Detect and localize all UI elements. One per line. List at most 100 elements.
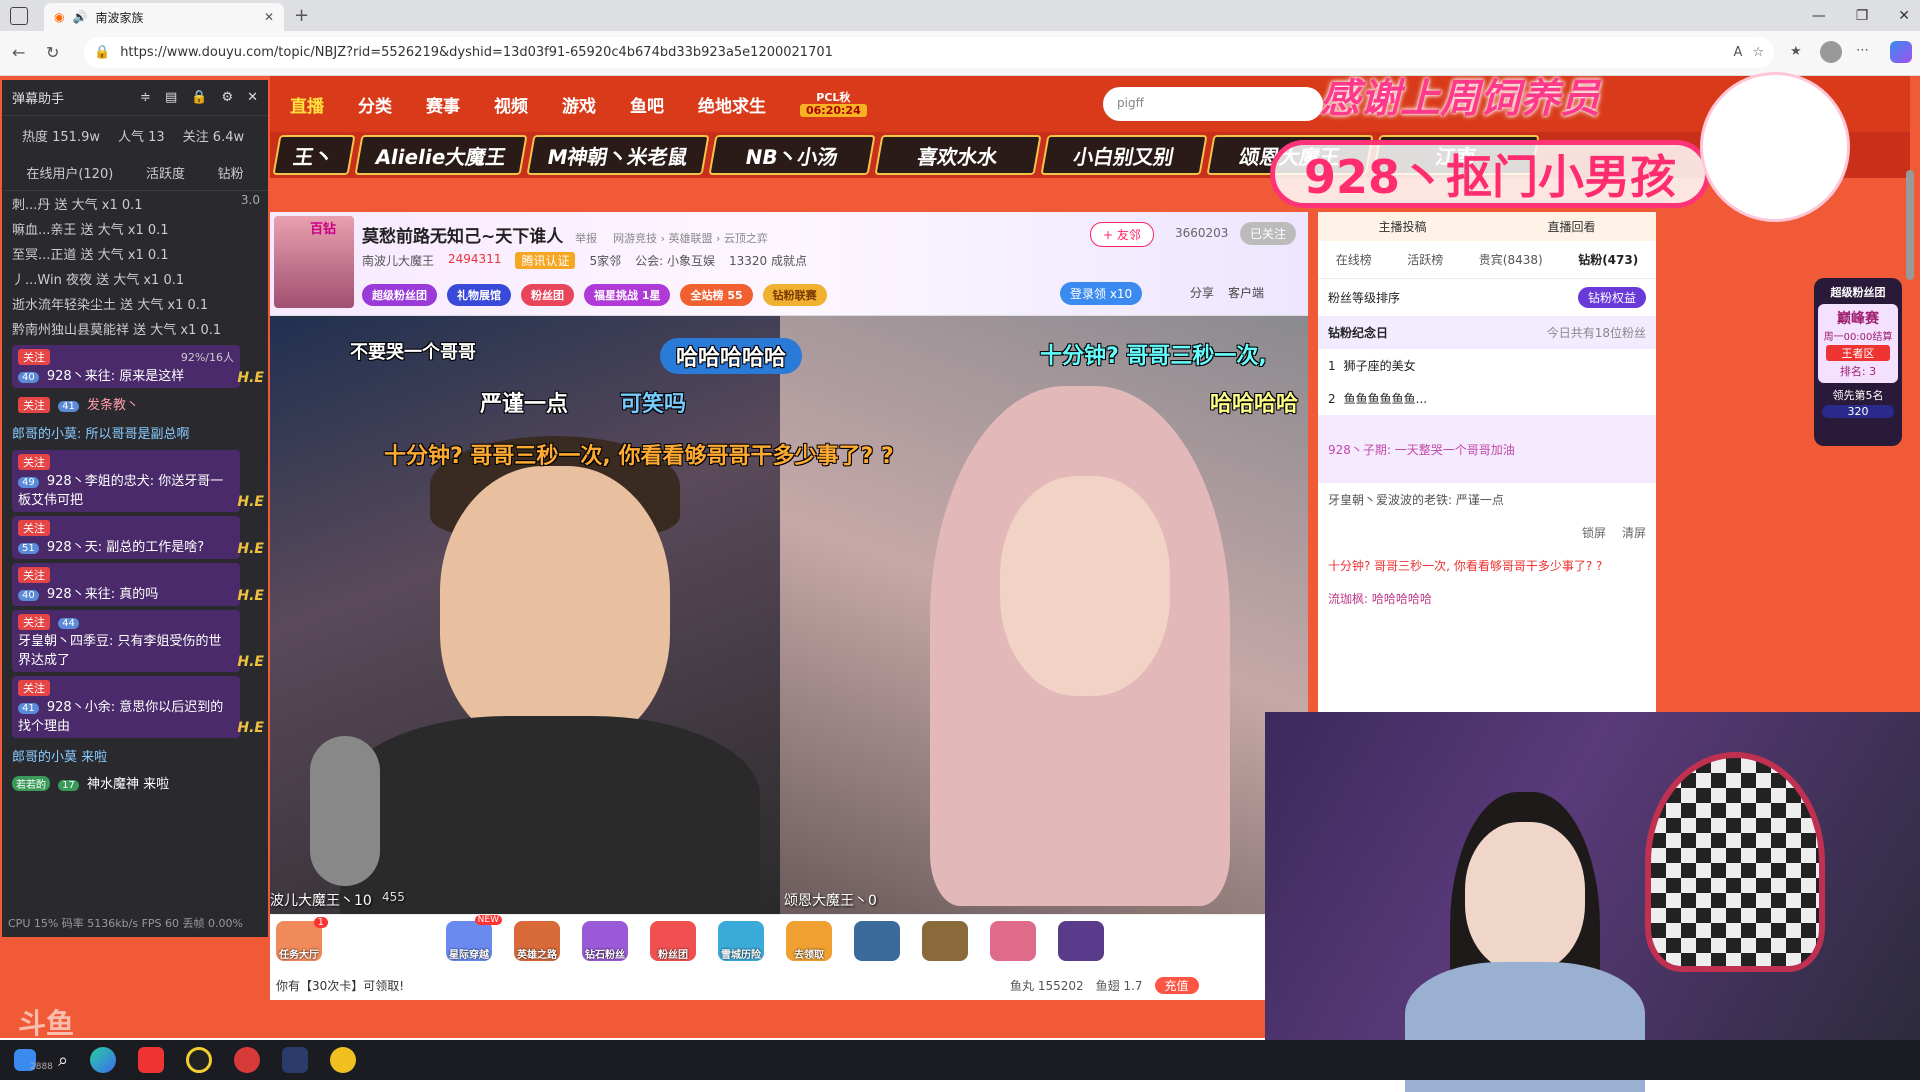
follow-tag[interactable]: 关注 [18, 567, 50, 583]
restore-icon[interactable]: ❐ [1856, 8, 1869, 24]
tab-vip[interactable]: 贵宾(8438) [1479, 251, 1543, 268]
fan-club-icon[interactable]: 粉丝团 [650, 921, 696, 961]
nav-games[interactable]: 游戏 [562, 92, 596, 117]
gift-thumbnail[interactable] [854, 921, 900, 961]
rank-row[interactable]: 2 鱼鱼鱼鱼鱼鱼... [1318, 382, 1656, 415]
guild[interactable]: 公会: 小象互娱 [635, 252, 715, 269]
gift-thumbnail[interactable] [1058, 921, 1104, 961]
tab-online-rank[interactable]: 在线榜 [1336, 251, 1372, 268]
follow-tag[interactable]: 关注 [18, 614, 50, 630]
card-notice[interactable]: 你有【30次卡】可领取! [276, 977, 404, 994]
tab-close-icon[interactable]: ✕ [264, 10, 274, 24]
close-window-icon[interactable]: ✕ [1898, 8, 1910, 24]
terminal-icon[interactable] [282, 1047, 309, 1073]
families[interactable]: 5家邻 [589, 252, 621, 269]
gift-item[interactable]: 星际穿越 NEW [446, 915, 502, 961]
nav-pubg[interactable]: 绝地求生 [698, 92, 766, 117]
tab-diamond-fans[interactable]: 钻粉 [218, 163, 244, 182]
followed-button[interactable]: 已关注 [1240, 222, 1297, 245]
streamer-post-link[interactable]: 主播投稿 [1378, 218, 1426, 235]
host-card[interactable]: 小白别又别 [1040, 135, 1208, 175]
collections-icon[interactable]: ★ [1790, 44, 1802, 59]
diamond-fan-icon[interactable]: 钻石粉丝 [582, 921, 628, 961]
pcl-badge[interactable]: PCL秋 06:20:24 [800, 91, 867, 117]
page-scrollbar[interactable] [1906, 170, 1914, 280]
nav-events[interactable]: 赛事 [426, 92, 460, 117]
collapse-icon[interactable]: ≑ [140, 90, 151, 105]
follow-tag[interactable]: 关注 [18, 397, 50, 413]
refresh-icon[interactable]: ↻ [46, 43, 59, 62]
room-category[interactable]: 网游竞技 › 英雄联盟 › 云顶之弈 [613, 232, 768, 245]
read-aloud-icon[interactable]: A [1733, 45, 1742, 60]
memorial-today[interactable]: 今日共有18位粉丝 [1547, 324, 1646, 341]
minimize-icon[interactable]: — [1812, 8, 1826, 24]
window-icon[interactable]: ▤ [165, 90, 177, 105]
speaker-icon[interactable]: 🔊 [72, 10, 87, 24]
follow-tag[interactable]: 关注 [18, 680, 50, 696]
edge-icon[interactable] [90, 1047, 117, 1073]
follow-tag[interactable]: 关注 [18, 520, 50, 536]
app-icon[interactable] [330, 1047, 357, 1073]
rank-row[interactable]: 1 狮子座的美女 [1318, 349, 1656, 382]
super-fan-widget[interactable]: 超级粉丝团 巅峰赛 周一00:00结算 王者区 排名: 3 领先第5名 320 [1814, 278, 1902, 446]
owner-name[interactable]: 南波儿大魔王 [362, 252, 434, 269]
tab-actions-icon[interactable] [10, 7, 28, 25]
tab-activity[interactable]: 活跃度 [146, 163, 185, 182]
host-card[interactable]: 喜欢水水 [874, 135, 1042, 175]
video-player[interactable]: 哈哈哈哈哈 十分钟? 哥哥三秒一次, 严谨一点 可笑吗 哈哈哈哈 十分钟? 哥哥… [270, 316, 1308, 914]
task-hall[interactable]: 任务大厅 1 [276, 917, 328, 961]
claim-icon[interactable]: 去领取 [786, 921, 832, 961]
nav-category[interactable]: 分类 [358, 92, 392, 117]
tab-diamond[interactable]: 钻粉(473) [1578, 251, 1638, 268]
douyu-app-icon[interactable] [138, 1047, 165, 1073]
follow-tag[interactable]: 关注 [18, 349, 50, 365]
new-tab-button[interactable]: + [294, 5, 309, 26]
more-menu-icon[interactable]: ⋯ [1856, 43, 1869, 58]
clear-screen-button[interactable]: 清屏 [1622, 524, 1646, 541]
replay-link[interactable]: 直播回看 [1547, 218, 1595, 235]
super-fan-badge[interactable]: 超级粉丝团 [362, 284, 437, 306]
pip-video[interactable] [1265, 712, 1920, 1092]
nav-yuba[interactable]: 鱼吧 [630, 92, 664, 117]
rights-button[interactable]: 钻粉权益 [1577, 287, 1646, 308]
app-icon[interactable] [186, 1047, 213, 1073]
fan-club-badge[interactable]: 粉丝团 [521, 284, 574, 306]
host-card[interactable]: M神朝丶米老鼠 [526, 135, 710, 175]
tab-online-users[interactable]: 在线用户(120) [26, 163, 113, 182]
browser-tab[interactable]: ◉ 🔊 南波家族 ✕ [44, 3, 284, 31]
host-card[interactable]: 王丶 [272, 135, 356, 175]
diamond-league-badge[interactable]: 钻粉联赛 [762, 284, 827, 306]
gift-thumbnail[interactable] [990, 921, 1036, 961]
share-link[interactable]: 分享 [1190, 284, 1214, 301]
follow-tag[interactable]: 关注 [18, 454, 50, 470]
profile-avatar[interactable] [1820, 41, 1842, 63]
site-info-icon[interactable]: 🔒 [94, 45, 110, 60]
site-rank-badge[interactable]: 全站榜 55 [680, 284, 753, 306]
snow-city-icon[interactable]: 雪城历险 [718, 921, 764, 961]
lucky-star-badge[interactable]: 福星挑战 1星 [584, 284, 671, 306]
gift-thumbnail[interactable] [922, 921, 968, 961]
close-icon[interactable]: ✕ [247, 90, 258, 105]
host-card[interactable]: NB丶小汤 [708, 135, 876, 175]
recharge-button[interactable]: 充值 [1154, 977, 1199, 994]
neighbor-button[interactable]: + 友邻 [1090, 222, 1154, 247]
nav-live[interactable]: 直播 [290, 92, 324, 117]
lock-icon[interactable]: 🔒 [191, 90, 207, 105]
client-link[interactable]: 客户端 [1228, 284, 1264, 301]
gift-gallery-badge[interactable]: 礼物展馆 [447, 284, 511, 306]
nav-video[interactable]: 视频 [494, 92, 528, 117]
search-icon[interactable]: ⌕ [58, 1050, 68, 1071]
login-reward-button[interactable]: 登录领 x10 [1060, 282, 1143, 305]
tab-active-rank[interactable]: 活跃榜 [1407, 251, 1443, 268]
sort-label[interactable]: 粉丝等级排序 [1328, 289, 1400, 306]
copilot-icon[interactable] [1890, 41, 1912, 63]
app-icon[interactable] [234, 1047, 261, 1073]
favorite-star-icon[interactable]: ☆ [1752, 45, 1764, 60]
settings-icon[interactable]: ⚙ [221, 90, 233, 105]
level-badge: 49 [18, 477, 39, 488]
host-card[interactable]: Alielie大魔王 [354, 135, 528, 175]
lock-screen-button[interactable]: 锁屏 [1582, 524, 1606, 541]
back-icon[interactable]: ← [12, 43, 25, 62]
report-link[interactable]: 举报 [575, 232, 597, 245]
hero-road-icon[interactable]: 英雄之路 [514, 921, 560, 961]
